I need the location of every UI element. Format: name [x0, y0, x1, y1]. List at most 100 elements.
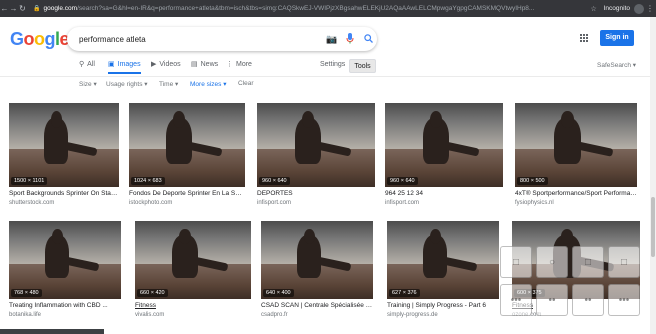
- overlay-button[interactable]: ••: [572, 284, 604, 316]
- overlay-button[interactable]: ○: [536, 246, 568, 278]
- active-tab-indicator: [108, 72, 141, 74]
- logo-letter: g: [44, 29, 56, 49]
- result-domain[interactable]: infisport.com: [257, 200, 291, 206]
- logo-letter: o: [23, 29, 35, 49]
- result-domain[interactable]: csadpro.fr: [261, 312, 288, 318]
- image-dimensions: 800 × 500: [517, 177, 548, 185]
- image-result[interactable]: 1024 × 683 Fondos De Deporte Sprinter En …: [129, 103, 245, 215]
- overlay-button[interactable]: •••: [608, 284, 640, 316]
- overlay-button[interactable]: □: [608, 246, 640, 278]
- news-icon: ▤: [191, 61, 198, 68]
- overlay-button[interactable]: ••: [536, 284, 568, 316]
- more-icon: ⋮: [226, 61, 233, 68]
- image-dimensions: 1500 × 1101: [11, 177, 48, 185]
- filter-usage-rights[interactable]: Usage rights ▾: [106, 80, 148, 88]
- overlay-button[interactable]: □: [572, 246, 604, 278]
- scrollbar[interactable]: [650, 17, 656, 334]
- result-domain[interactable]: fysiophysics.nl: [515, 200, 554, 206]
- overlay-controls: □ ○ □ □ ••• •• •• •••: [500, 246, 640, 324]
- result-thumbnail[interactable]: [129, 103, 245, 187]
- url-host: google.com: [43, 5, 78, 12]
- filter-size[interactable]: Size ▾: [79, 80, 97, 88]
- logo-letter: o: [34, 29, 45, 49]
- image-dimensions: 1024 × 683: [131, 177, 165, 185]
- image-result[interactable]: 640 × 400 CSAD SCAN | Centrale Spécialisé…: [261, 221, 373, 327]
- result-thumbnail[interactable]: [9, 103, 119, 187]
- logo-letter: G: [10, 29, 24, 49]
- filter-bar: Size ▾ Usage rights ▾ Time ▾ More sizes …: [0, 80, 656, 90]
- search-icon: ⚲: [79, 61, 85, 68]
- settings-link[interactable]: Settings: [320, 61, 345, 68]
- image-result[interactable]: 960 × 640 964 25 12 34 infisport.com: [385, 103, 503, 215]
- image-result[interactable]: 627 × 376 Training | Simply Progress - Pa…: [387, 221, 499, 327]
- tab-news[interactable]: ▤ News: [191, 60, 219, 69]
- video-icon: ▶: [151, 61, 157, 68]
- image-icon: ▣: [108, 61, 115, 68]
- result-thumbnail[interactable]: [387, 221, 499, 299]
- image-dimensions: 960 × 640: [387, 177, 418, 185]
- sign-in-button[interactable]: Sign in: [600, 30, 634, 46]
- forward-icon[interactable]: →: [9, 4, 18, 13]
- result-thumbnail[interactable]: [261, 221, 373, 299]
- result-domain[interactable]: vivalis.com: [135, 312, 164, 318]
- result-title[interactable]: 964 25 12 34: [385, 190, 503, 197]
- image-result[interactable]: 768 × 480 Treating Inflammation with CBD …: [9, 221, 121, 327]
- result-title[interactable]: Sport Backgrounds Sprinter On Start ...: [9, 190, 119, 197]
- tab-label: News: [200, 60, 219, 68]
- result-thumbnail[interactable]: [257, 103, 375, 187]
- safesearch-toggle[interactable]: SafeSearch ▾: [597, 61, 636, 69]
- result-title[interactable]: Fondos De Deporte Sprinter En La Salida …: [129, 190, 245, 197]
- search-box[interactable]: performance atleta 📷: [67, 27, 377, 51]
- result-thumbnail[interactable]: [135, 221, 251, 299]
- image-dimensions: 660 × 420: [137, 289, 168, 297]
- apps-grid-icon[interactable]: [580, 34, 589, 43]
- filter-more-sizes[interactable]: More sizes ▾: [190, 80, 227, 88]
- incognito-icon[interactable]: [634, 3, 644, 14]
- result-thumbnail[interactable]: [9, 221, 121, 299]
- image-result[interactable]: 660 × 420 Fitness vivalis.com: [135, 221, 251, 327]
- tab-videos[interactable]: ▶ Videos: [151, 60, 181, 69]
- result-thumbnail[interactable]: [385, 103, 503, 187]
- result-title[interactable]: 4xT® Sportperformance/Sport Performanc..…: [515, 190, 637, 197]
- address-bar[interactable]: 🔒 google.com/search?sa=G&hl=en-IR&q=perf…: [33, 5, 588, 12]
- microphone-icon[interactable]: [341, 32, 359, 46]
- search-input[interactable]: performance atleta: [67, 35, 323, 44]
- result-title[interactable]: Treating Inflammation with CBD ...: [9, 302, 121, 309]
- bookmark-star-icon[interactable]: ☆: [588, 5, 600, 13]
- browser-toolbar: ← → ↻ 🔒 google.com/search?sa=G&hl=en-IR&…: [0, 0, 656, 17]
- back-icon[interactable]: ←: [0, 4, 9, 13]
- result-thumbnail[interactable]: [515, 103, 637, 187]
- overlay-button[interactable]: □: [500, 246, 532, 278]
- image-dimensions: 960 × 640: [259, 177, 290, 185]
- tab-all[interactable]: ⚲ All: [79, 60, 95, 69]
- result-domain[interactable]: simply-progress.de: [387, 312, 438, 318]
- tools-button[interactable]: Tools: [349, 59, 376, 73]
- overlay-button[interactable]: •••: [500, 284, 532, 316]
- filter-clear[interactable]: Clear: [238, 80, 254, 87]
- result-domain[interactable]: infisport.com: [385, 200, 419, 206]
- google-logo[interactable]: Google: [10, 29, 70, 50]
- image-result[interactable]: 800 × 500 4xT® Sportperformance/Sport Per…: [515, 103, 637, 215]
- lock-icon: 🔒: [33, 6, 41, 12]
- result-title[interactable]: Training | Simply Progress - Part 6: [387, 302, 499, 309]
- divider: [0, 76, 656, 77]
- tab-more[interactable]: ⋮ More: [226, 60, 252, 69]
- image-result[interactable]: 960 × 640 DEPORTES infisport.com: [257, 103, 375, 215]
- result-domain[interactable]: istockphoto.com: [129, 200, 172, 206]
- result-title[interactable]: Fitness: [135, 302, 251, 309]
- scrollbar-thumb[interactable]: [651, 197, 655, 257]
- search-icon[interactable]: [359, 33, 377, 45]
- result-domain[interactable]: shutterstock.com: [9, 200, 54, 206]
- tab-label: More: [236, 60, 252, 68]
- tab-images[interactable]: ▣ Images: [108, 60, 141, 69]
- camera-icon[interactable]: 📷: [323, 34, 341, 45]
- filter-time[interactable]: Time ▾: [159, 80, 178, 88]
- reload-icon[interactable]: ↻: [18, 4, 27, 13]
- result-domain[interactable]: botanika.life: [9, 312, 41, 318]
- result-title[interactable]: DEPORTES: [257, 190, 375, 197]
- image-dimensions: 640 × 400: [263, 289, 294, 297]
- browser-menu-icon[interactable]: ⋮: [644, 4, 656, 13]
- image-result[interactable]: 1500 × 1101 Sport Backgrounds Sprinter On…: [9, 103, 119, 215]
- tab-label: Images: [117, 60, 141, 68]
- result-title[interactable]: CSAD SCAN | Centrale Spécialisée en ...: [261, 302, 373, 309]
